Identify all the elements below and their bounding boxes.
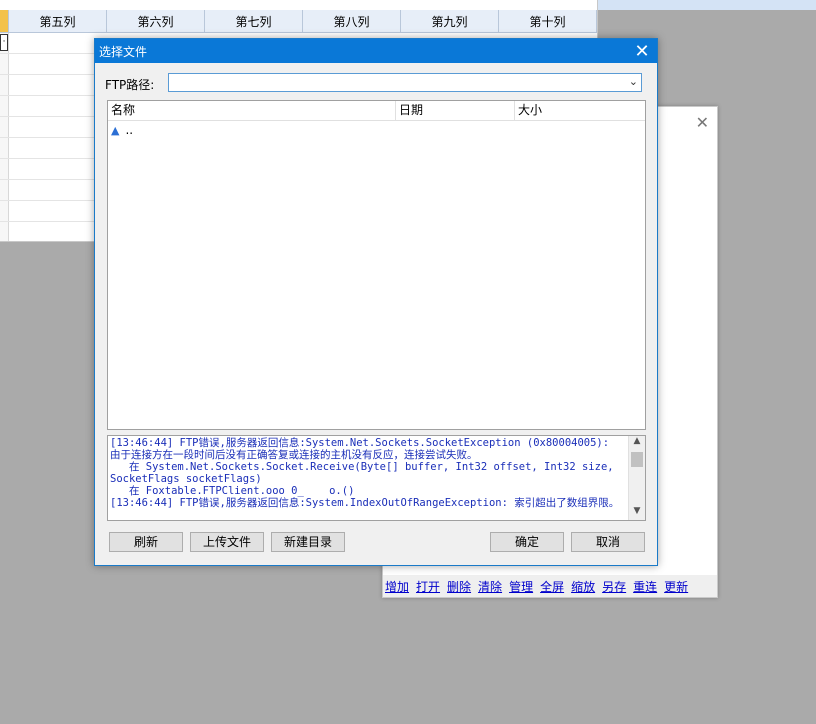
ftp-path-label: FTP路径: <box>105 78 155 92</box>
dialog-title: 选择文件 <box>99 44 148 59</box>
scroll-down-icon[interactable]: ▼ <box>629 506 645 520</box>
scroll-up-icon[interactable]: ▲ <box>629 436 645 450</box>
save-as-link[interactable]: 另存 <box>602 578 626 595</box>
close-icon[interactable]: ✕ <box>696 113 709 132</box>
panel-link-bar: 增加 打开 删除 清除 管理 全屏 缩放 另存 重连 更新 <box>383 575 717 597</box>
zoom-link[interactable]: 缩放 <box>571 578 595 595</box>
log-scrollbar[interactable]: ▲ ▼ <box>628 436 645 520</box>
row-header[interactable] <box>0 75 9 95</box>
error-log[interactable]: [13:46:44] FTP错误,服务器返回信息:System.Net.Sock… <box>107 435 646 521</box>
grid-column-header[interactable]: 第八列 <box>303 10 401 32</box>
upload-file-button[interactable]: 上传文件 <box>190 532 264 552</box>
grid-corner[interactable] <box>0 10 9 32</box>
delete-link[interactable]: 删除 <box>447 578 471 595</box>
close-icon[interactable]: ✕ <box>627 41 657 62</box>
refresh-button[interactable]: 刷新 <box>109 532 183 552</box>
column-header-date[interactable]: 日期 <box>396 101 515 120</box>
grid-column-header[interactable]: 第七列 <box>205 10 303 32</box>
grid-column-header[interactable]: 第五列 <box>9 10 107 32</box>
cancel-button[interactable]: 取消 <box>571 532 645 552</box>
row-header[interactable] <box>0 201 9 221</box>
select-file-dialog: 选择文件 ✕ FTP路径: ⌄ 名称 日期 大小 ▲ .. [13:46:44]… <box>94 38 658 566</box>
list-item-name: .. <box>125 123 134 137</box>
add-link[interactable]: 增加 <box>385 578 409 595</box>
open-link[interactable]: 打开 <box>416 578 440 595</box>
row-header[interactable] <box>0 180 9 200</box>
row-header[interactable] <box>0 117 9 137</box>
column-header-size[interactable]: 大小 <box>515 101 643 120</box>
row-header[interactable] <box>0 96 9 116</box>
error-log-text: [13:46:44] FTP错误,服务器返回信息:System.Net.Sock… <box>110 437 620 509</box>
update-link[interactable]: 更新 <box>664 578 688 595</box>
row-header[interactable] <box>0 159 9 179</box>
new-directory-button[interactable]: 新建目录 <box>271 532 345 552</box>
chevron-down-icon[interactable]: ⌄ <box>629 75 638 88</box>
cell-cursor[interactable]: · <box>0 34 8 51</box>
dialog-titlebar[interactable]: 选择文件 ✕ <box>95 39 657 63</box>
grid-header: 第五列 第六列 第七列 第八列 第九列 第十列 <box>0 10 597 33</box>
row-header[interactable] <box>0 222 9 241</box>
scroll-thumb[interactable] <box>631 452 643 467</box>
row-header[interactable] <box>0 54 9 74</box>
fullscreen-link[interactable]: 全屏 <box>540 578 564 595</box>
grid-column-header[interactable]: 第九列 <box>401 10 499 32</box>
ftp-path-combobox[interactable]: ⌄ <box>168 73 642 92</box>
clear-link[interactable]: 清除 <box>478 578 502 595</box>
row-header[interactable] <box>0 138 9 158</box>
file-list[interactable]: 名称 日期 大小 ▲ .. <box>107 100 646 430</box>
list-item[interactable]: ▲ .. <box>108 121 645 139</box>
grid-column-header[interactable]: 第十列 <box>499 10 597 32</box>
column-header-name[interactable]: 名称 <box>108 101 396 120</box>
ftp-path-input[interactable] <box>169 74 615 91</box>
reconnect-link[interactable]: 重连 <box>633 578 657 595</box>
ok-button[interactable]: 确定 <box>490 532 564 552</box>
manage-link[interactable]: 管理 <box>509 578 533 595</box>
grid-column-header[interactable]: 第六列 <box>107 10 205 32</box>
up-arrow-icon: ▲ <box>111 123 120 137</box>
file-list-header: 名称 日期 大小 <box>108 101 645 121</box>
